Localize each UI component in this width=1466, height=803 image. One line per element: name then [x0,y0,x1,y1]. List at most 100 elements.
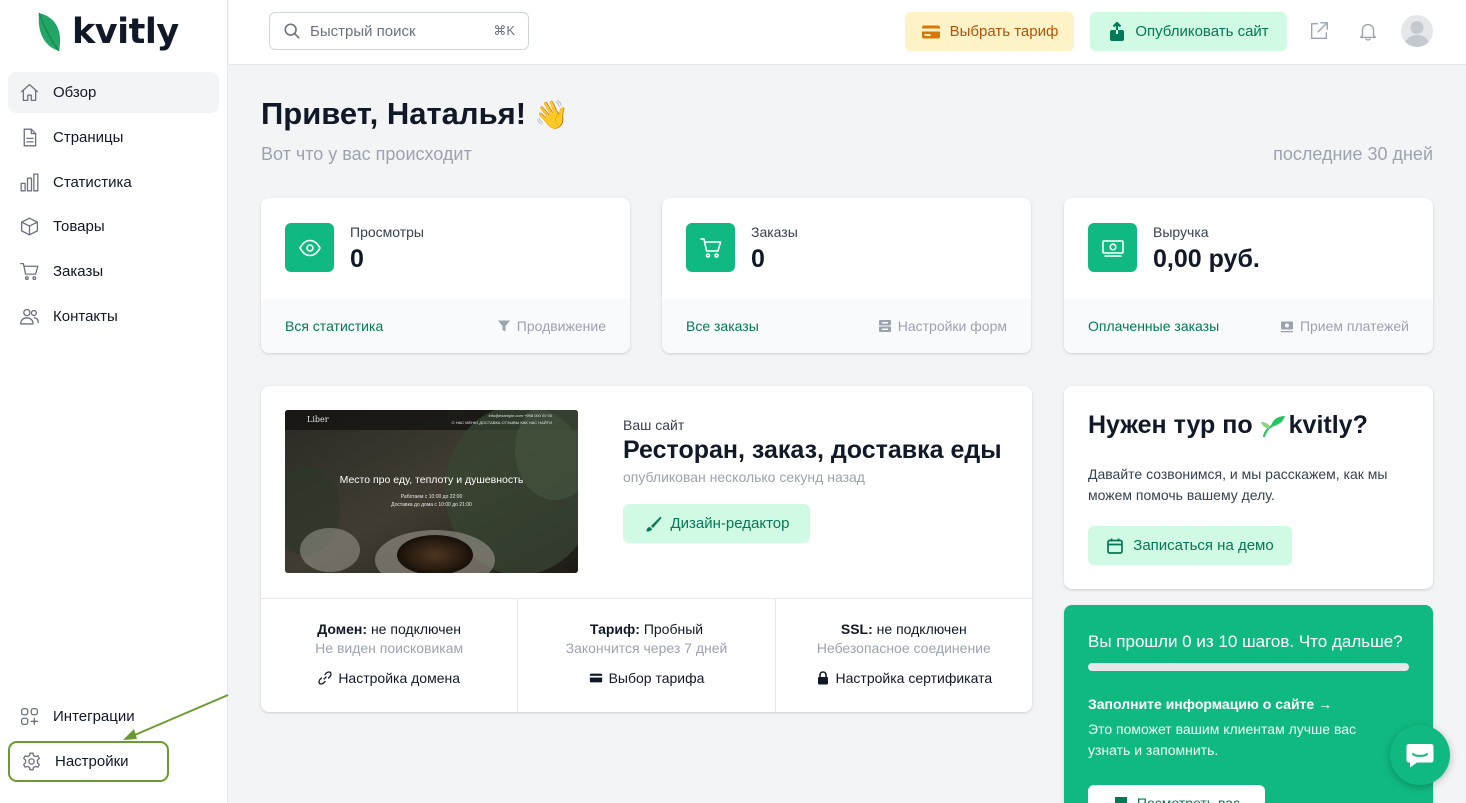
top-bar: Быстрый поиск ⌘K Выбрать тариф Опубликов… [229,0,1466,65]
form-settings-label: Настройки форм [897,318,1007,334]
choose-tariff-button[interactable]: Выбрать тариф [905,12,1074,51]
tour-title-brand: kvitly? [1288,411,1368,439]
stat-label: Выручка [1153,224,1209,240]
inbox-stack-icon [878,320,891,332]
greeting-text: Привет, Наталья! [261,96,527,131]
sidebar-item-contacts[interactable]: Контакты [8,296,219,337]
user-avatar-icon [1404,21,1430,47]
search-input[interactable]: Быстрый поиск ⌘K [269,12,529,50]
chat-icon [1406,744,1434,768]
preview-nav: О НАС МЕНЮ ДОСТАВКА ОТЗЫВЫ КАК НАС НАЙТИ [451,420,552,425]
site-caption: Ваш сайт [623,417,685,433]
open-site-icon[interactable] [1308,20,1330,42]
stat-value: 0 [751,245,765,273]
stat-icon-box [285,223,334,272]
search-placeholder: Быстрый поиск [310,22,416,40]
chat-launcher-button[interactable] [1390,725,1450,785]
tariff-choice-link[interactable]: Выбор тарифа [518,670,774,686]
sidebar-item-products[interactable]: Товары [8,206,219,247]
tour-description: Давайте созвонимся, и мы расскажем, как … [1088,466,1388,503]
sidebar-item-orders[interactable]: Заказы [8,251,219,292]
preview-headline: Место про еду, теплоту и душевность [339,474,524,486]
domain-settings-label: Настройка домена [338,670,461,686]
payment-acceptance-label: Прием платежей [1299,318,1409,334]
sidebar-item-label: Контакты [53,307,118,325]
steps-title: Вы прошли 0 из 10 шагов. Что дальше? [1088,632,1403,651]
sidebar-item-statistics[interactable]: Статистика [8,162,219,203]
all-orders-link[interactable]: Все заказы [686,318,759,334]
domain-desc: Не виден поисковикам [315,640,464,656]
preview-line-1: Работаем с 10:00 до 22:00 [400,494,463,500]
site-preview-image [285,410,578,573]
paid-orders-link[interactable]: Оплаченные заказы [1088,318,1219,334]
sprout-icon [1260,415,1285,437]
next-step-link[interactable]: Заполните информацию о сайте → [1088,696,1332,712]
stat-footer: Оплаченные заказы Прием платежей [1064,299,1433,353]
period-label: последние 30 дней [1273,144,1433,164]
avatar[interactable] [1401,15,1433,47]
tariff-value: Пробный [639,621,704,637]
sidebar: kvitly Обзор Страницы Статистика Товары … [0,0,229,803]
gear-icon [20,750,42,772]
waving-hand-icon: 👋 [534,98,569,130]
sidebar-item-integrations[interactable]: Интеграции [8,696,219,737]
brush-icon [646,516,661,531]
ssl-value: не подключен [872,621,967,637]
domain-settings-link[interactable]: Настройка домена [261,670,517,686]
sidebar-item-pages[interactable]: Страницы [8,117,219,158]
tour-title: Нужен тур по kvitly? [1088,411,1368,440]
choose-tariff-label: Выбрать тариф [949,23,1059,40]
main-nav: Обзор Страницы Статистика Товары Заказы … [8,72,219,341]
design-editor-button[interactable]: Дизайн-редактор [623,504,810,543]
view-button[interactable]: Посмотреть вас [1088,785,1265,803]
preview-line-2: Доставка до дома с 10:00 до 21:00 [391,502,472,508]
brand-logo[interactable]: kvitly [36,10,179,54]
page-title: Привет, Наталья! 👋 [261,96,569,132]
stat-footer: Вся статистика Продвижение [261,299,630,353]
promotion-label: Продвижение [516,318,606,334]
ssl-settings-link[interactable]: Настройка сертификата [776,670,1032,686]
site-preview[interactable]: Liber info@example.com +998 000 00 00 О … [285,410,578,573]
domain-info: Домен: не подключен Не виден поисковикам… [261,599,519,712]
site-title: Ресторан, заказ, доставка еды [623,436,1002,464]
stat-card-revenue: Выручка 0,00 руб. Оплаченные заказы Прие… [1064,198,1433,353]
flag-icon [1114,797,1127,803]
all-statistics-link[interactable]: Вся статистика [285,318,383,334]
publish-site-label: Опубликовать сайт [1135,23,1269,40]
site-status: опубликован несколько секунд назад [623,469,865,485]
sidebar-item-label: Обзор [53,84,97,101]
eye-icon [298,239,321,256]
banknote-icon [1101,239,1124,257]
cart-icon [18,261,40,283]
tariff-choice-label: Выбор тарифа [608,670,705,686]
steps-progress-bar [1088,663,1409,671]
document-icon [18,126,40,148]
ssl-desc: Небезопасное соединение [816,640,991,656]
users-icon [18,305,40,327]
tariff-desc: Закончится через 7 дней [565,640,728,656]
book-demo-label: Записаться на демо [1133,537,1274,554]
promotion-link[interactable]: Продвижение [497,318,606,334]
sidebar-item-settings[interactable]: Настройки [8,740,169,782]
stat-card-orders: Заказы 0 Все заказы Настройки форм [662,198,1031,353]
payment-acceptance-link[interactable]: Прием платежей [1280,318,1409,334]
publish-site-button[interactable]: Опубликовать сайт [1090,12,1287,51]
design-editor-label: Дизайн-редактор [670,515,790,532]
book-demo-button[interactable]: Записаться на демо [1088,526,1292,565]
onboarding-steps-card: Вы прошли 0 из 10 шагов. Что дальше? Зап… [1064,605,1433,803]
site-info-row: Домен: не подключен Не виден поисковикам… [261,598,1032,712]
sidebar-item-label: Товары [53,218,105,236]
sidebar-item-label: Заказы [53,263,104,281]
credit-card-icon [589,673,602,683]
site-card: Liber info@example.com +998 000 00 00 О … [261,386,1032,712]
search-icon [284,23,300,39]
preview-contact: info@example.com +998 000 00 00 [488,413,552,418]
publish-icon [1110,21,1125,41]
sidebar-item-overview[interactable]: Обзор [8,72,219,113]
next-step-description: Это поможет вашим клиентам лучше вас узн… [1088,721,1357,758]
preview-logo: Liber [307,415,329,424]
leaf-logo-icon [38,12,61,52]
stat-label: Просмотры [350,224,424,240]
form-settings-link[interactable]: Настройки форм [878,318,1007,334]
bell-icon[interactable] [1357,20,1379,42]
